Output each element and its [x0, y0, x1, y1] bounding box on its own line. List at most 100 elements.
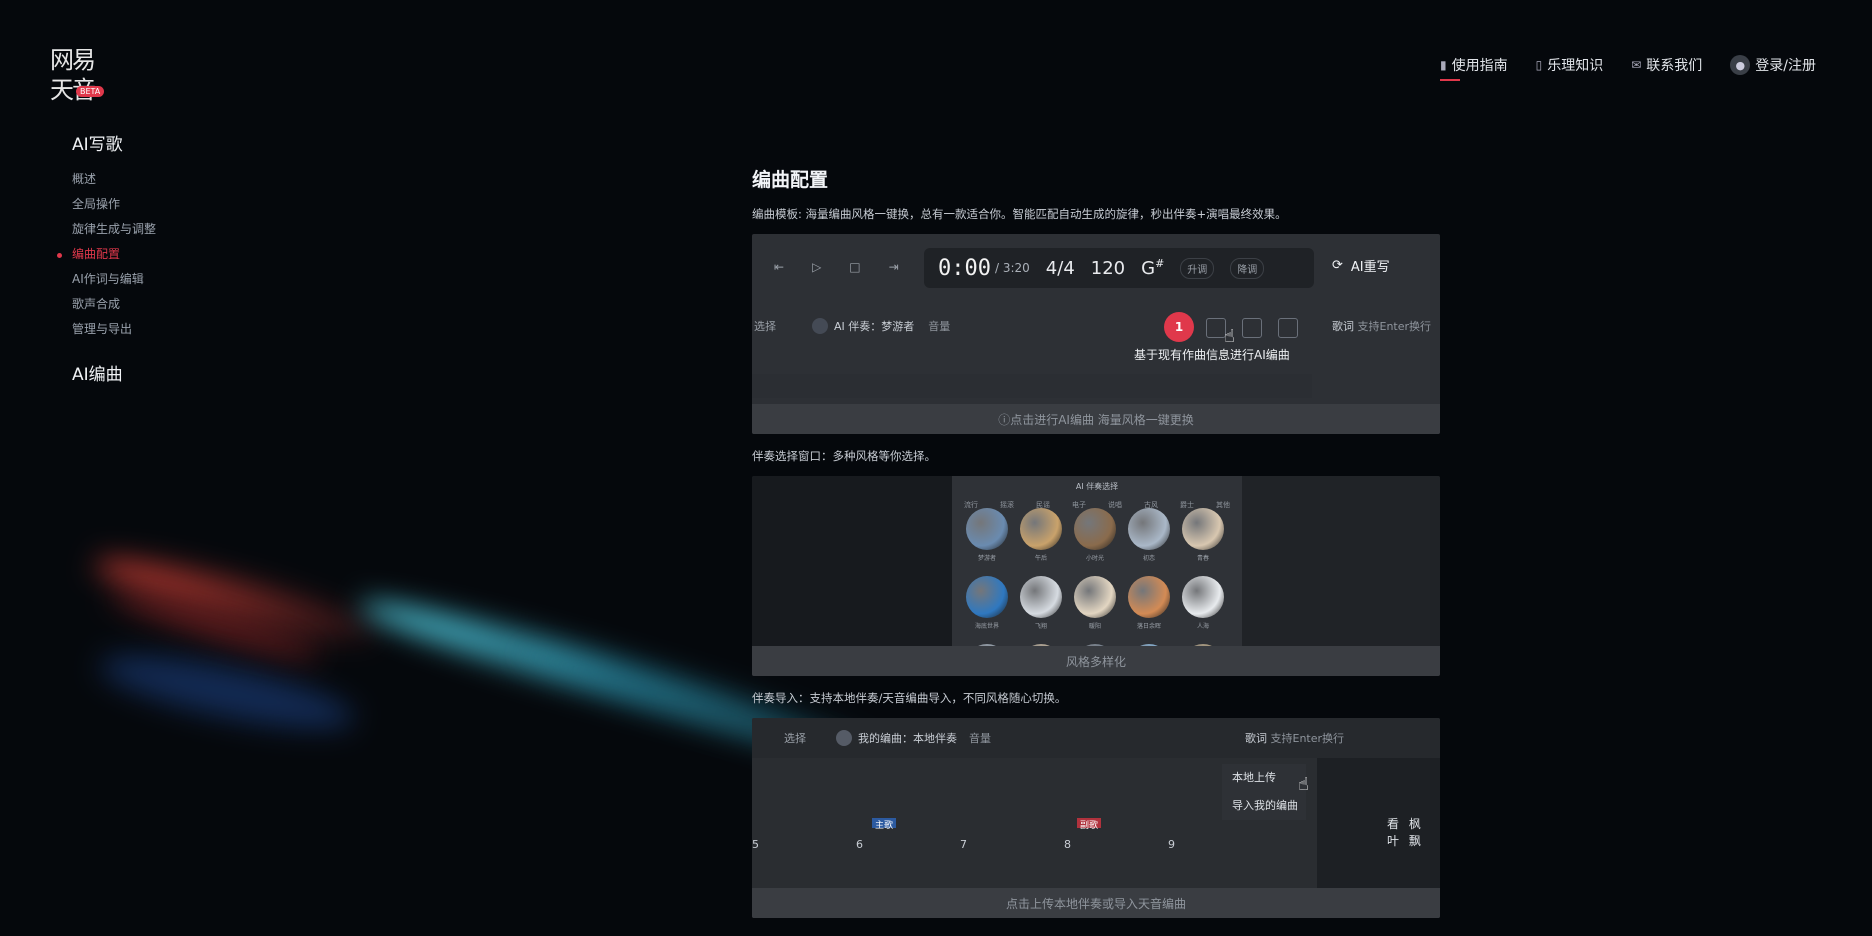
ai-rewrite-label: AI重写	[1350, 260, 1390, 275]
style-option: 初恋	[1128, 508, 1170, 562]
accompaniment-label: AI 伴奏：梦游者	[834, 320, 915, 333]
key-down-pill: 降调	[1230, 257, 1265, 279]
nav-contact[interactable]: ✉ 联系我们	[1631, 55, 1702, 75]
hand-cursor-icon: ☝	[1298, 774, 1309, 795]
desc-template: 编曲模板: 海量编曲风格一键换，总有一款适合你。智能匹配自动生成的旋律，秒出伴奏…	[752, 207, 1287, 221]
my-arrangement-label: 我的编曲：本地伴奏	[858, 732, 957, 745]
style-option: 青春	[1182, 508, 1224, 562]
arrangement-avatar	[836, 730, 852, 746]
lyrics-label-3: 歌词	[1245, 732, 1267, 745]
key-sharp: #	[1155, 257, 1165, 270]
nav-contact-label: 联系我们	[1646, 58, 1703, 74]
login-button[interactable]: ● 登录/注册	[1730, 55, 1816, 75]
timeline-ruler: 5 6 7 8 9	[752, 838, 1292, 858]
style-label: 人海	[1196, 623, 1209, 630]
screenshot-arrangement-editor: ⇤ ▷ □ ⇥ 0:00 / 3:20 4/4 120 G# 升调 降调 ⟳ A…	[752, 234, 1440, 434]
refresh-icon: ⟳	[1332, 258, 1343, 273]
style-label: 午后	[1034, 555, 1047, 562]
desc-import: 伴奏导入：支持本地伴奏/天音编曲导入，不同风格随心切换。	[752, 691, 1067, 705]
export-icon	[1278, 318, 1298, 338]
import-icon	[1242, 318, 1262, 338]
menu-local-upload: 本地上传	[1232, 771, 1276, 784]
style-thumbnail	[1182, 576, 1224, 618]
editor-right-panel	[1242, 476, 1440, 646]
nav-music-theory[interactable]: ▯ 乐理知识	[1536, 55, 1604, 75]
bpm: 120	[1090, 257, 1126, 279]
style-thumbnail	[1074, 508, 1116, 550]
style-thumbnail	[1128, 576, 1170, 618]
sidenav-item-lyrics[interactable]: AI作词与编辑	[72, 267, 272, 292]
style-thumbnail	[1020, 508, 1062, 550]
lyrics-hint: 支持Enter换行	[1357, 320, 1432, 333]
accompaniment-avatar	[812, 318, 828, 334]
style-option: 小时光	[1074, 508, 1116, 562]
screenshot-accompaniment-import: 选择 我的编曲：本地伴奏 音量 歌词 支持Enter换行 本地上传 导入我的编曲…	[752, 718, 1440, 918]
style-label: 暖阳	[1088, 623, 1101, 630]
my-arrangement: 我的编曲：本地伴奏	[836, 730, 957, 746]
screenshot-style-selection: AI 伴奏选择 流行 摇滚 民谣 电子 说唱 古风 爵士 其他 梦游者 午后 小时光…	[752, 476, 1440, 676]
style-label: 海底世界	[974, 623, 999, 630]
ai-arrange-tooltip: 基于现有作曲信息进行AI编曲	[1134, 348, 1290, 362]
track-row	[752, 374, 1312, 398]
user-avatar-icon: ●	[1730, 55, 1751, 75]
key-note: G	[1141, 258, 1156, 279]
style-label: 梦游者	[977, 555, 996, 562]
import-menu: 本地上传 导入我的编曲	[1222, 764, 1306, 820]
player-bar: 0:00 / 3:20 4/4 120 G# 升调 降调	[924, 248, 1314, 288]
chat-icon: ✉	[1631, 58, 1642, 72]
ruler-mark: 8	[1064, 838, 1071, 851]
style-selection-modal: AI 伴奏选择 流行 摇滚 民谣 电子 说唱 古风 爵士 其他 梦游者 午后 小时光…	[952, 476, 1242, 676]
select-label-3: 选择	[784, 732, 806, 745]
ruler-mark: 5	[752, 838, 759, 851]
style-thumbnail	[1020, 576, 1062, 618]
play-icon: ▷	[812, 260, 822, 274]
lyrics-header: 歌词 支持Enter换行	[1332, 318, 1431, 334]
ai-arrange-icon	[1206, 318, 1226, 338]
style-option: 午后	[1020, 508, 1062, 562]
style-thumbnail	[966, 576, 1008, 618]
sidenav-item-melody[interactable]: 旋律生成与调整	[72, 217, 272, 242]
nav-music-theory-label: 乐理知识	[1547, 58, 1604, 74]
lyric-line: 看 枫 叶 飘	[1387, 817, 1424, 848]
ai-rewrite-button: ⟳ AI重写	[1332, 256, 1390, 275]
login-label: 登录/注册	[1755, 58, 1816, 74]
logo[interactable]: 网易 天音 BETA	[50, 40, 110, 104]
next-icon: ⇥	[888, 260, 899, 274]
segment-verse: 主歌	[872, 818, 897, 831]
nav-guide-label: 使用指南	[1451, 58, 1508, 74]
sidenav-item-manage-export[interactable]: 管理与导出	[72, 317, 272, 342]
sidenav-item-global-ops[interactable]: 全局操作	[72, 192, 272, 217]
style-label: 飞翔	[1034, 623, 1047, 630]
sidenav-section-ai-songwriting[interactable]: AI写歌	[72, 130, 272, 155]
shot1-caption: ⓘ点击进行AI编曲 海量风格一键更换	[752, 404, 1440, 434]
sidenav-section-ai-arrangement[interactable]: AI编曲	[72, 360, 272, 385]
current-time: 0:00	[938, 255, 991, 281]
lyrics-label: 歌词	[1332, 320, 1354, 333]
key-up-pill: 升调	[1180, 257, 1215, 279]
style-label: 青春	[1196, 555, 1209, 562]
import-toolbar: 选择 我的编曲：本地伴奏 音量 歌词 支持Enter换行	[752, 718, 1440, 758]
style-label: 小时光	[1085, 555, 1104, 562]
volume-label-3: 音量	[969, 732, 991, 745]
menu-import-mine: 导入我的编曲	[1232, 799, 1298, 812]
sidenav-item-arrangement[interactable]: 编曲配置	[57, 242, 272, 267]
top-navigation: ▮ 使用指南 ▯ 乐理知识 ✉ 联系我们 ● 登录/注册	[1440, 55, 1816, 81]
main-content: 编曲配置 编曲模板: 海量编曲风格一键换，总有一款适合你。智能匹配自动生成的旋律…	[752, 165, 1442, 918]
style-option: 人海	[1182, 576, 1224, 630]
style-thumbnail	[1074, 576, 1116, 618]
sidenav-item-vocal-synthesis[interactable]: 歌声合成	[72, 292, 272, 317]
accompaniment-name: AI 伴奏：梦游者	[812, 318, 914, 334]
shot2-caption: 风格多样化	[752, 646, 1440, 676]
sidenav-item-overview[interactable]: 概述	[72, 167, 272, 192]
style-option: 落日余晖	[1128, 576, 1170, 630]
style-label: 初恋	[1142, 555, 1155, 562]
transport-controls: ⇤ ▷ □ ⇥	[774, 260, 899, 274]
style-label: 落日余晖	[1136, 623, 1161, 630]
beta-badge: BETA	[76, 86, 105, 97]
book-icon: ▮	[1440, 58, 1447, 72]
segment-chorus: 副歌	[1077, 818, 1102, 831]
nav-guide[interactable]: ▮ 使用指南	[1440, 55, 1508, 81]
style-thumbnail	[966, 508, 1008, 550]
ruler-mark: 9	[1168, 838, 1175, 851]
step-badge: 1	[1164, 312, 1194, 342]
